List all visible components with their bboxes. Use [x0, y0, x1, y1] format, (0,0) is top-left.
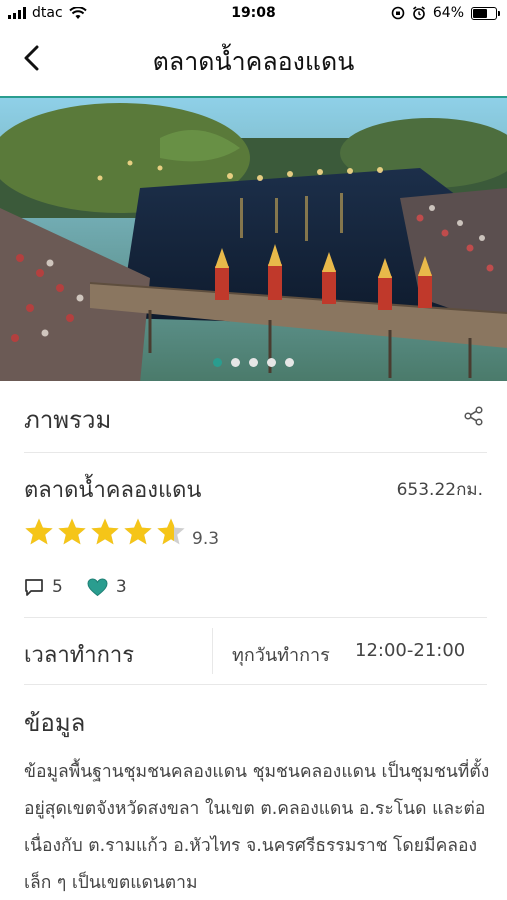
alarm-icon — [412, 6, 425, 20]
star-rating — [24, 517, 186, 547]
carousel-dot[interactable] — [285, 358, 294, 367]
battery-icon — [471, 6, 500, 20]
star-icon — [25, 518, 53, 545]
page-title: ตลาดน้ำคลองแดน — [152, 47, 355, 76]
photo-carousel[interactable] — [0, 96, 507, 381]
chevron-left-icon — [24, 45, 39, 71]
hours-days: ทุกวันทำการ — [232, 645, 330, 666]
place-name: ตลาดน้ำคลองแดน — [24, 478, 202, 503]
orientation-lock-icon — [391, 6, 405, 20]
divider — [24, 617, 487, 618]
back-button[interactable] — [14, 40, 50, 76]
overview-title: ภาพรวม — [24, 406, 112, 434]
distance: 653.22กม. — [396, 480, 483, 500]
comment-icon[interactable] — [24, 578, 44, 597]
hours-separator — [212, 628, 213, 674]
status-right: 64% — [391, 5, 500, 21]
heart-icon[interactable] — [87, 577, 108, 597]
comment-count: 5 — [52, 577, 63, 597]
star-icon — [157, 518, 185, 545]
battery-percent: 64% — [432, 5, 464, 21]
hours-time: 12:00-21:00 — [355, 640, 466, 661]
like-count: 3 — [115, 577, 127, 597]
rating-value: 9.3 — [192, 529, 220, 549]
star-icon — [58, 518, 86, 545]
divider — [24, 684, 487, 685]
info-title: ข้อมูล — [24, 709, 86, 737]
carousel-dot[interactable] — [231, 358, 240, 367]
carousel-dot[interactable] — [249, 358, 258, 367]
carousel-dot[interactable] — [267, 358, 276, 367]
share-icon — [464, 406, 483, 426]
star-icon — [91, 518, 119, 545]
share-button[interactable] — [463, 405, 485, 427]
star-icon — [124, 518, 152, 545]
hero-image — [0, 98, 507, 381]
divider — [24, 452, 487, 453]
nav-bar: ตลาดน้ำคลองแดน — [0, 28, 507, 88]
hours-label: เวลาทำการ — [24, 643, 135, 668]
battery-fill — [473, 8, 488, 18]
info-description: ข้อมูลพื้นฐานชุมชนคลองแดน ชุมชนคลองแดน เ… — [24, 762, 490, 893]
carousel-dot[interactable] — [213, 358, 222, 367]
status-bar: dtac 19:08 64% — [0, 0, 507, 28]
engagement-counts: 5 3 — [24, 577, 151, 597]
carousel-indicator — [0, 358, 507, 367]
